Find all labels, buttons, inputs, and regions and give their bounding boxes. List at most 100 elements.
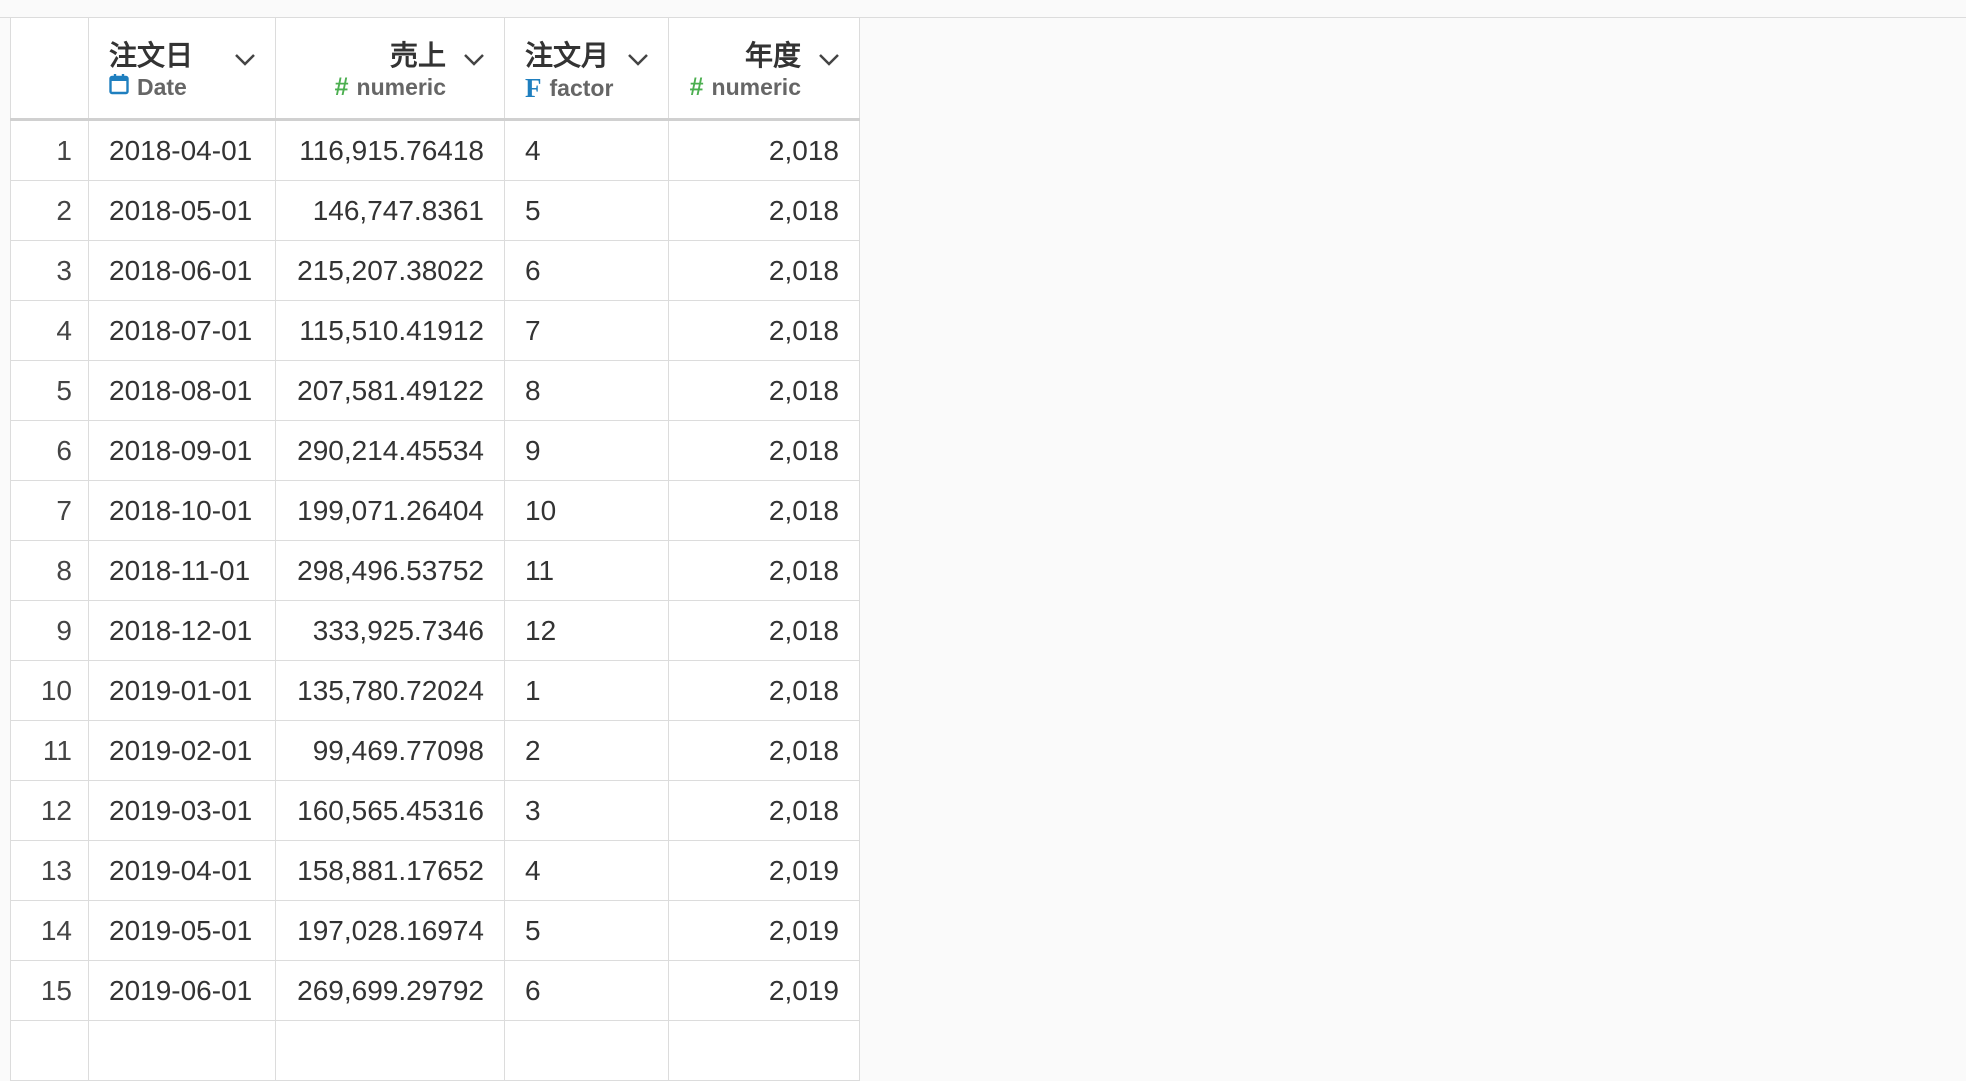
row-index-cell: 15 xyxy=(10,960,89,1021)
cell-order-date[interactable]: 2019-05-01 xyxy=(88,900,276,961)
cell-order-month[interactable]: 4 xyxy=(504,119,669,181)
cell-order-date[interactable]: 2019-03-01 xyxy=(88,780,276,841)
cell-fiscal-year[interactable]: 2,018 xyxy=(668,480,860,541)
cell-order-date[interactable]: 2018-09-01 xyxy=(88,420,276,481)
cell-order-date[interactable]: 2019-02-01 xyxy=(88,720,276,781)
cell-order-month[interactable]: 6 xyxy=(504,240,669,301)
table-row[interactable]: 14 2019-05-01 197,028.16974 5 2,019 xyxy=(10,900,860,961)
header-row: 注文日 Date 売上 # numeric 注文月 F factor 年度 # … xyxy=(10,17,860,121)
cell-order-month[interactable]: 5 xyxy=(504,180,669,241)
cell-sales[interactable]: 215,207.38022 xyxy=(275,240,505,301)
cell-order-date[interactable]: 2018-04-01 xyxy=(88,119,276,181)
cell-sales[interactable]: 333,925.7346 xyxy=(275,600,505,661)
cell-fiscal-year[interactable]: 2,018 xyxy=(668,119,860,181)
cell-order-date[interactable]: 2018-12-01 xyxy=(88,600,276,661)
table-row[interactable]: 12 2019-03-01 160,565.45316 3 2,018 xyxy=(10,780,860,841)
cell-fiscal-year[interactable]: 2,018 xyxy=(668,360,860,421)
table-row[interactable]: 9 2018-12-01 333,925.7346 12 2,018 xyxy=(10,600,860,661)
cell-sales[interactable]: 160,565.45316 xyxy=(275,780,505,841)
grid-body: 1 2018-04-01 116,915.76418 4 2,018 2 2018-05-0… xyxy=(10,119,860,1081)
table-row[interactable]: 11 2019-02-01 99,469.77098 2 2,018 xyxy=(10,720,860,781)
cell-fiscal-year[interactable]: 2,018 xyxy=(668,300,860,361)
cell-order-month[interactable]: 6 xyxy=(504,960,669,1021)
table-row[interactable]: 2 2018-05-01 146,747.8361 5 2,018 xyxy=(10,180,860,241)
hash-icon: # xyxy=(689,73,704,101)
hash-icon: # xyxy=(334,73,349,101)
row-index-cell: 3 xyxy=(10,240,89,301)
cell-order-month[interactable] xyxy=(504,1020,669,1081)
cell-sales[interactable]: 116,915.76418 xyxy=(275,119,505,181)
cell-sales[interactable]: 115,510.41912 xyxy=(275,300,505,361)
cell-sales[interactable]: 298,496.53752 xyxy=(275,540,505,601)
cell-order-date[interactable] xyxy=(88,1020,276,1081)
cell-fiscal-year[interactable]: 2,018 xyxy=(668,780,860,841)
chevron-down-icon[interactable] xyxy=(462,52,486,68)
cell-order-month[interactable]: 8 xyxy=(504,360,669,421)
cell-order-date[interactable]: 2019-06-01 xyxy=(88,960,276,1021)
table-row[interactable]: 13 2019-04-01 158,881.17652 4 2,019 xyxy=(10,840,860,901)
column-name: 注文日 xyxy=(109,40,194,71)
cell-fiscal-year[interactable]: 2,018 xyxy=(668,540,860,601)
cell-fiscal-year[interactable]: 2,018 xyxy=(668,240,860,301)
row-index-cell: 2 xyxy=(10,180,89,241)
cell-sales[interactable]: 207,581.49122 xyxy=(275,360,505,421)
cell-fiscal-year[interactable]: 2,018 xyxy=(668,420,860,481)
cell-sales[interactable]: 146,747.8361 xyxy=(275,180,505,241)
row-index-cell: 6 xyxy=(10,420,89,481)
calendar-icon xyxy=(109,73,129,101)
cell-sales[interactable]: 135,780.72024 xyxy=(275,660,505,721)
cell-order-month[interactable]: 3 xyxy=(504,780,669,841)
table-row[interactable]: 4 2018-07-01 115,510.41912 7 2,018 xyxy=(10,300,860,361)
cell-order-date[interactable]: 2019-04-01 xyxy=(88,840,276,901)
cell-order-month[interactable]: 11 xyxy=(504,540,669,601)
cell-fiscal-year[interactable]: 2,019 xyxy=(668,840,860,901)
cell-sales[interactable]: 99,469.77098 xyxy=(275,720,505,781)
cell-order-month[interactable]: 5 xyxy=(504,900,669,961)
cell-order-date[interactable]: 2018-11-01 xyxy=(88,540,276,601)
cell-order-date[interactable]: 2018-05-01 xyxy=(88,180,276,241)
cell-order-month[interactable]: 4 xyxy=(504,840,669,901)
cell-order-month[interactable]: 1 xyxy=(504,660,669,721)
column-header-sales[interactable]: 売上 # numeric xyxy=(275,17,505,121)
row-index-cell xyxy=(10,1020,89,1081)
cell-sales[interactable]: 197,028.16974 xyxy=(275,900,505,961)
row-index-cell: 14 xyxy=(10,900,89,961)
cell-sales[interactable]: 158,881.17652 xyxy=(275,840,505,901)
cell-order-month[interactable]: 2 xyxy=(504,720,669,781)
table-row[interactable]: 10 2019-01-01 135,780.72024 1 2,018 xyxy=(10,660,860,721)
cell-order-date[interactable]: 2018-06-01 xyxy=(88,240,276,301)
cell-sales[interactable]: 269,699.29792 xyxy=(275,960,505,1021)
cell-fiscal-year[interactable]: 2,019 xyxy=(668,900,860,961)
chevron-down-icon[interactable] xyxy=(817,52,841,68)
cell-order-month[interactable]: 12 xyxy=(504,600,669,661)
cell-fiscal-year[interactable]: 2,019 xyxy=(668,960,860,1021)
cell-fiscal-year[interactable] xyxy=(668,1020,860,1081)
cell-sales[interactable]: 290,214.45534 xyxy=(275,420,505,481)
cell-sales[interactable]: 199,071.26404 xyxy=(275,480,505,541)
table-row[interactable]: 1 2018-04-01 116,915.76418 4 2,018 xyxy=(10,119,860,181)
cell-sales[interactable] xyxy=(275,1020,505,1081)
cell-order-date[interactable]: 2019-01-01 xyxy=(88,660,276,721)
chevron-down-icon[interactable] xyxy=(233,52,257,68)
cell-order-date[interactable]: 2018-10-01 xyxy=(88,480,276,541)
column-header-fiscal-year[interactable]: 年度 # numeric xyxy=(668,17,860,121)
column-header-order-date[interactable]: 注文日 Date xyxy=(88,17,276,121)
table-row[interactable]: 5 2018-08-01 207,581.49122 8 2,018 xyxy=(10,360,860,421)
cell-order-month[interactable]: 10 xyxy=(504,480,669,541)
cell-order-date[interactable]: 2018-08-01 xyxy=(88,360,276,421)
cell-fiscal-year[interactable]: 2,018 xyxy=(668,660,860,721)
table-row[interactable]: 7 2018-10-01 199,071.26404 10 2,018 xyxy=(10,480,860,541)
cell-fiscal-year[interactable]: 2,018 xyxy=(668,720,860,781)
chevron-down-icon[interactable] xyxy=(626,52,650,68)
table-row[interactable]: 6 2018-09-01 290,214.45534 9 2,018 xyxy=(10,420,860,481)
table-row[interactable]: 8 2018-11-01 298,496.53752 11 2,018 xyxy=(10,540,860,601)
cell-order-date[interactable]: 2018-07-01 xyxy=(88,300,276,361)
table-row[interactable]: 3 2018-06-01 215,207.38022 6 2,018 xyxy=(10,240,860,301)
cell-order-month[interactable]: 9 xyxy=(504,420,669,481)
cell-fiscal-year[interactable]: 2,018 xyxy=(668,180,860,241)
cell-fiscal-year[interactable]: 2,018 xyxy=(668,600,860,661)
table-row[interactable] xyxy=(10,1020,860,1081)
column-header-order-month[interactable]: 注文月 F factor xyxy=(504,17,669,121)
table-row[interactable]: 15 2019-06-01 269,699.29792 6 2,019 xyxy=(10,960,860,1021)
cell-order-month[interactable]: 7 xyxy=(504,300,669,361)
